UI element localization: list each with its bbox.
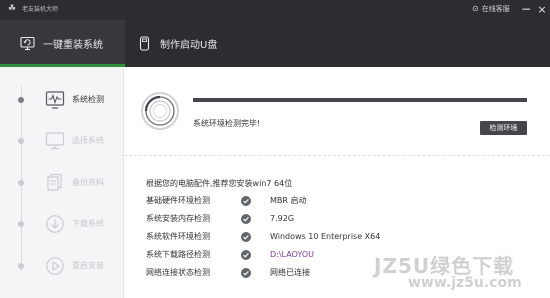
row-label: 基础硬件环境检测 <box>146 196 210 205</box>
monitor-refresh-icon <box>20 36 35 51</box>
row-label: 网络连接状态检测 <box>146 268 210 277</box>
step-backup-data: 备份资料 <box>0 172 123 194</box>
tab-label: 制作启动U盘 <box>160 40 218 51</box>
step-label: 选择系统 <box>72 136 104 145</box>
detection-gauge-icon <box>140 91 180 131</box>
section-divider <box>124 155 550 156</box>
headset-icon: ⊙ <box>472 4 479 13</box>
online-help-label: 在线客服 <box>481 5 510 13</box>
step-label: 备份资料 <box>72 178 104 187</box>
site-watermark: JZ5U绿色下载 www.jz5u.com <box>374 250 544 294</box>
sidebar-divider <box>123 67 124 298</box>
title-bar: ☘ 老友装机大师 ⊙ 在线客服 − × <box>0 0 550 20</box>
step-restart-install: 重启安装 <box>0 255 123 277</box>
row-value: 7.92G <box>270 214 295 223</box>
detection-status-text: 系统环境检测完毕! <box>193 119 261 128</box>
step-dot <box>18 97 24 103</box>
info-row-memory: 系统安装内存检测 7.92G <box>146 213 526 225</box>
step-download-system: 下载系统 <box>0 213 123 235</box>
pulse-monitor-icon <box>45 90 65 110</box>
download-path-link[interactable]: D:\LAOYOU <box>270 249 314 261</box>
row-value: Windows 10 Enterprise X64 <box>270 232 381 241</box>
check-circle-icon <box>241 214 251 224</box>
row-label: 系统安装内存检测 <box>146 214 210 223</box>
row-value: MBR 启动 <box>270 196 307 205</box>
row-label: 系统下载路径检测 <box>146 250 210 259</box>
info-row-software: 系统软件环境检测 Windows 10 Enterprise X64 <box>146 231 526 243</box>
download-icon <box>45 214 65 234</box>
step-label: 下载系统 <box>72 219 104 228</box>
step-dot <box>18 180 24 186</box>
desktop-icon <box>45 131 65 151</box>
tab-one-key-reinstall[interactable]: 一键重装系统 <box>0 20 125 67</box>
close-button[interactable]: × <box>535 2 549 17</box>
minimize-button[interactable]: − <box>519 2 533 17</box>
step-dot <box>18 263 24 269</box>
usb-drive-icon <box>137 36 152 51</box>
step-dot <box>18 221 24 227</box>
main-tab-bar: 一键重装系统 制作启动U盘 <box>0 20 550 67</box>
info-row-hardware: 基础硬件环境检测 MBR 启动 <box>146 195 526 207</box>
step-system-detect[interactable]: 系统检测 <box>0 89 123 111</box>
check-circle-icon <box>241 196 251 206</box>
step-select-system: 选择系统 <box>0 130 123 152</box>
detection-progress-fill <box>193 98 527 102</box>
recommendation-text: 根据您的电脑配件,推荐您安装win7 64位 <box>146 179 293 188</box>
documents-icon <box>45 173 65 193</box>
detect-environment-button[interactable]: 检测环境 <box>480 121 527 135</box>
tab-label: 一键重装系统 <box>43 40 103 51</box>
check-circle-icon <box>241 268 251 278</box>
row-value: 网络已连接 <box>270 268 310 277</box>
online-help-link[interactable]: ⊙ 在线客服 <box>472 3 510 15</box>
app-title: 老友装机大师 <box>22 6 59 13</box>
restart-icon <box>45 256 65 276</box>
check-circle-icon <box>241 232 251 242</box>
step-label: 系统检测 <box>72 95 104 104</box>
detection-progress-bar <box>193 98 527 102</box>
check-circle-icon <box>241 250 251 260</box>
watermark-line-two: www.jz5u.com <box>408 275 522 291</box>
tab-make-boot-usb[interactable]: 制作启动U盘 <box>137 20 277 67</box>
row-label: 系统软件环境检测 <box>146 232 210 241</box>
step-label: 重启安装 <box>72 261 104 270</box>
step-dot <box>18 138 24 144</box>
app-logo-icon: ☘ <box>7 4 17 14</box>
